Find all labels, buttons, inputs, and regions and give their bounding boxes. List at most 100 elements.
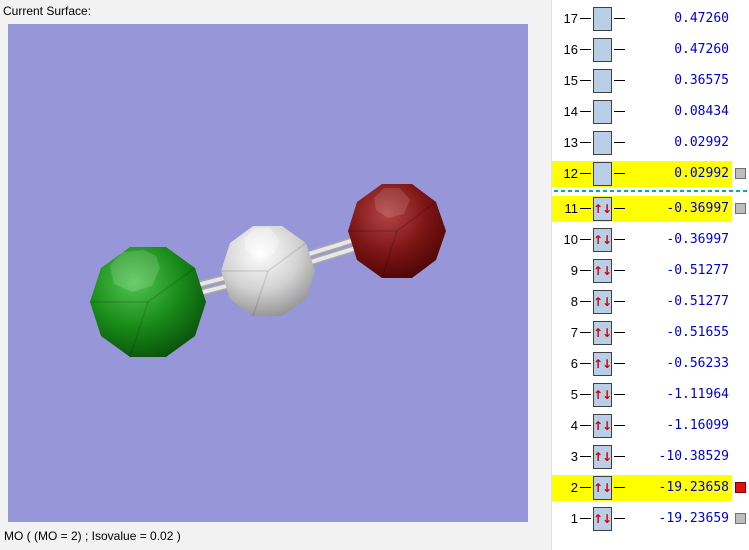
marker-slot: [732, 96, 749, 127]
mo-orbital-box[interactable]: ↑ ↓: [593, 351, 612, 376]
level-line-left: [580, 394, 591, 395]
level-line-right: [614, 487, 625, 488]
mo-row-inner: 7 ↑ ↓ -0.51655: [552, 320, 732, 346]
spin-down-arrow: ↓: [602, 418, 613, 433]
mo-orbital-box[interactable]: [593, 161, 612, 186]
level-line-right: [614, 18, 625, 19]
marker-slot: [732, 286, 749, 317]
mo-number: 9: [570, 263, 578, 278]
mo-orbital-box[interactable]: [593, 130, 612, 155]
gray-atom[interactable]: [221, 226, 315, 317]
mo-number: 7: [570, 325, 578, 340]
mo-number: 16: [563, 42, 578, 57]
level-line-right: [614, 456, 625, 457]
spin-down-arrow: ↓: [602, 325, 613, 340]
mo-row-1[interactable]: 1 ↑ ↓ -19.23659: [552, 503, 749, 534]
mo-orbital-box[interactable]: [593, 68, 612, 93]
mo-row-inner: 16 0.47260: [552, 37, 732, 63]
spin-down-arrow: ↓: [602, 232, 613, 247]
marker-slot: [732, 317, 749, 348]
mo-row-7[interactable]: 7 ↑ ↓ -0.51655: [552, 317, 749, 348]
level-line-left: [580, 301, 591, 302]
level-line-left: [580, 487, 591, 488]
mo-visual-marker[interactable]: [735, 168, 746, 179]
level-line-left: [580, 332, 591, 333]
mo-energy-value: 0.47260: [674, 11, 729, 26]
level-line-right: [614, 142, 625, 143]
mo-row-10[interactable]: 10 ↑ ↓ -0.36997: [552, 224, 749, 255]
mo-energy-value: 0.02992: [674, 135, 729, 150]
mo-number: 13: [563, 135, 578, 150]
mo-number: 1: [570, 511, 578, 526]
mo-row-8[interactable]: 8 ↑ ↓ -0.51277: [552, 286, 749, 317]
level-line-right: [614, 270, 625, 271]
mo-number: 5: [570, 387, 578, 402]
mo-row-12[interactable]: 12 0.02992: [552, 158, 749, 189]
marker-slot: [732, 348, 749, 379]
mo-orbital-box[interactable]: ↑ ↓: [593, 258, 613, 283]
status-bar: MO ( (MO = 2) ; Isovalue = 0.02 ): [4, 529, 181, 543]
mo-row-17[interactable]: 17 0.47260: [552, 3, 749, 34]
mo-orbital-box[interactable]: [593, 37, 612, 62]
mo-row-3[interactable]: 3 ↑ ↓ -10.38529: [552, 441, 749, 472]
level-line-right: [614, 49, 625, 50]
mo-row-6[interactable]: 6 ↑ ↓ -0.56233: [552, 348, 749, 379]
mo-visual-marker[interactable]: [735, 203, 746, 214]
mo-row-4[interactable]: 4 ↑ ↓ -1.16099: [552, 410, 749, 441]
mo-row-2[interactable]: 2 ↑ ↓ -19.23658: [552, 472, 749, 503]
mo-row-inner: 10 ↑ ↓ -0.36997: [552, 227, 732, 253]
mo-row-inner: 13 0.02992: [552, 130, 732, 156]
mo-orbital-box[interactable]: ↑ ↓: [593, 196, 613, 221]
mo-energy-value: -10.38529: [658, 449, 729, 464]
mo-visual-marker[interactable]: [735, 513, 746, 524]
level-line-right: [614, 301, 625, 302]
marker-slot: [732, 65, 749, 96]
mo-row-inner: 6 ↑ ↓ -0.56233: [552, 351, 732, 377]
mo-number: 17: [563, 11, 578, 26]
level-line-left: [580, 111, 591, 112]
mo-row-5[interactable]: 5 ↑ ↓ -1.11964: [552, 379, 749, 410]
mo-energy-value: 0.02992: [674, 166, 729, 181]
level-line-right: [614, 518, 625, 519]
mo-visual-marker[interactable]: [735, 482, 746, 493]
mo-row-inner: 1 ↑ ↓ -19.23659: [552, 506, 732, 532]
mo-number: 3: [570, 449, 578, 464]
mo-orbital-box[interactable]: ↑ ↓: [593, 475, 612, 500]
spin-down-arrow: ↓: [602, 201, 613, 216]
mo-orbital-box[interactable]: ↑ ↓: [593, 506, 612, 531]
mo-row-9[interactable]: 9 ↑ ↓ -0.51277: [552, 255, 749, 286]
mo-surface-window: Current Surface: MO ((MO = 2) ; Isovalu…: [0, 0, 749, 550]
mo-row-13[interactable]: 13 0.02992: [552, 127, 749, 158]
mo-orbital-box[interactable]: ↑ ↓: [593, 444, 612, 469]
mo-orbital-box[interactable]: ↑ ↓: [593, 413, 613, 438]
mo-row-16[interactable]: 16 0.47260: [552, 34, 749, 65]
level-line-left: [580, 80, 591, 81]
mo-orbital-box[interactable]: [593, 99, 612, 124]
mo-orbital-box[interactable]: ↑ ↓: [593, 227, 613, 252]
mo-list: 17 0.47260 16 0.47260 15 0.36575 14 0.08434 13 0.…: [551, 0, 749, 550]
surface-view-pane: Current Surface: MO ((MO = 2) ; Isovalu…: [0, 0, 550, 550]
mo-row-14[interactable]: 14 0.08434: [552, 96, 749, 127]
mo-orbital-box[interactable]: ↑ ↓: [593, 382, 612, 407]
mo-orbital-box[interactable]: [593, 6, 612, 31]
spin-down-arrow: ↓: [602, 263, 613, 278]
mo-row-inner: 12 0.02992: [552, 160, 732, 187]
mo-orbital-box[interactable]: ↑ ↓: [593, 289, 612, 314]
level-line-right: [614, 425, 625, 426]
mo-row-11[interactable]: 11 ↑ ↓ -0.36997: [552, 193, 749, 224]
mo-number: 12: [563, 166, 578, 181]
mo-orbital-box[interactable]: ↑ ↓: [593, 320, 613, 345]
mo-number: 4: [570, 418, 578, 433]
mo-energy-value: 0.36575: [674, 73, 729, 88]
level-line-left: [580, 425, 591, 426]
level-line-right: [614, 332, 625, 333]
molecule-viewport[interactable]: [8, 24, 528, 522]
mo-energy-value: -0.36997: [666, 232, 729, 247]
mo-row-inner: 14 0.08434: [552, 99, 732, 125]
mo-number: 14: [563, 104, 578, 119]
green-atom[interactable]: [90, 247, 206, 358]
mo-number: 10: [563, 232, 578, 247]
mo-row-15[interactable]: 15 0.36575: [552, 65, 749, 96]
level-line-left: [580, 208, 591, 209]
red-atom[interactable]: [348, 184, 446, 279]
